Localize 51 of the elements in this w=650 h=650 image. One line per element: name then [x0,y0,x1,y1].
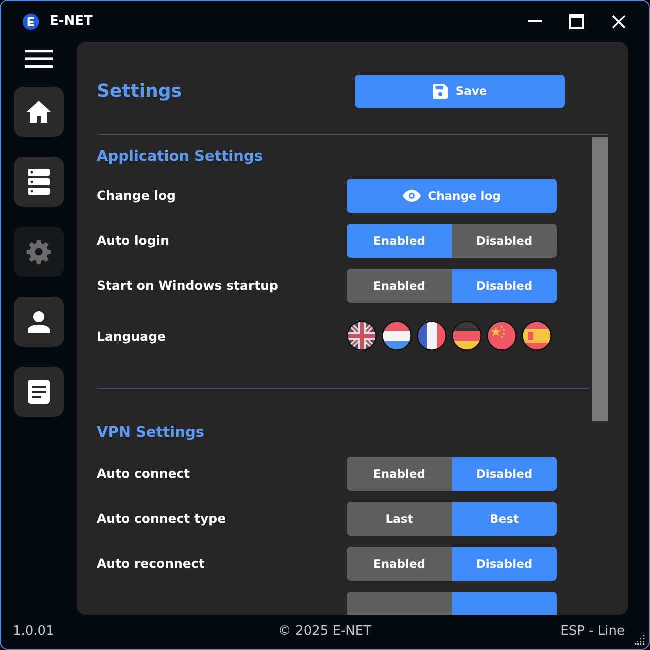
toggle-option[interactable]: Enabled [347,456,452,490]
toggle-option[interactable]: Disabled [452,268,557,302]
sidebar-item[interactable] [14,87,64,137]
close-icon [611,14,627,30]
flag-icon[interactable] [382,321,412,351]
settings-icon [26,239,52,265]
page-title: Settings [97,80,183,102]
window-title: E-NET [50,14,93,29]
toggle-option[interactable]: Enabled [347,224,452,258]
minimize-icon [528,20,542,23]
toggle-option[interactable]: Disabled [452,456,557,490]
setting-label: Auto reconnect [97,556,206,571]
toggle-option[interactable]: Disabled [452,224,557,258]
home-icon [26,100,52,124]
logo-icon [22,12,40,30]
sidebar-item[interactable] [14,367,64,417]
version-text: 1.0.01 [13,624,54,638]
server-icon [28,169,50,195]
setting-label: Start on Windows startup [97,278,280,293]
eye-icon [403,190,422,202]
flag-icon[interactable] [452,321,482,351]
flag-icon[interactable] [522,321,552,351]
menu-icon [24,49,52,69]
section-title: Application Settings [97,149,264,165]
user-icon [28,311,50,333]
toggle-option[interactable]: Enabled [347,268,452,302]
mode-text: ESP - Line [560,624,625,638]
resize-grip-icon[interactable] [635,635,645,645]
menu-button[interactable] [24,49,52,69]
setting-label: Language [97,328,168,344]
scrollbar[interactable] [592,137,608,421]
sidebar-item[interactable] [14,297,64,347]
setting-label: Auto login [97,233,170,248]
toggle-option[interactable]: Best [452,502,557,536]
save-icon [432,84,448,98]
toggle-option[interactable]: Enabled [347,546,452,580]
toggle-option[interactable]: Last [347,502,452,536]
save-button[interactable]: Save [355,74,565,108]
setting-label: Auto connect type [97,511,228,526]
change-log-button[interactable]: Change log [347,178,557,212]
flag-icon[interactable] [417,321,447,351]
flag-icon[interactable] [487,321,517,351]
section-title: VPN Settings [97,425,206,441]
toggle-option[interactable]: Disabled [452,546,557,580]
sidebar-item[interactable] [14,157,64,207]
document-icon [28,380,50,404]
maximize-icon [569,14,585,30]
copyright-text: © 2025 E-NET [278,624,372,638]
setting-label: Auto connect [97,466,192,481]
flag-icon[interactable] [347,321,377,351]
setting-label: Change log [97,188,178,203]
